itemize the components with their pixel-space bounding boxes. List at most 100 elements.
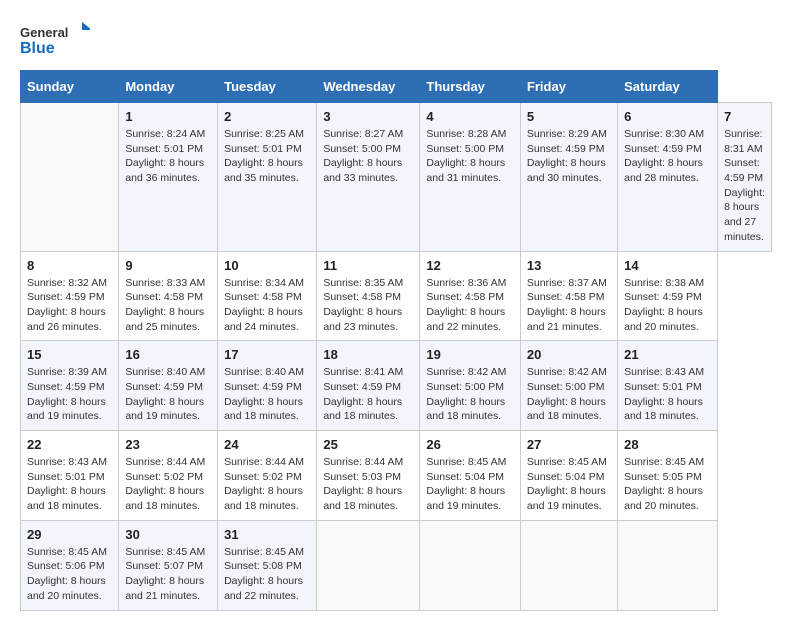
calendar-cell: 24Sunrise: 8:44 AMSunset: 5:02 PMDayligh… — [218, 431, 317, 521]
column-header-sunday: Sunday — [21, 71, 119, 103]
calendar-cell: 23Sunrise: 8:44 AMSunset: 5:02 PMDayligh… — [119, 431, 218, 521]
week-row-1: 1Sunrise: 8:24 AMSunset: 5:01 PMDaylight… — [21, 103, 772, 252]
calendar-cell — [520, 520, 617, 610]
svg-text:Blue: Blue — [20, 40, 55, 57]
day-number: 11 — [323, 258, 413, 273]
day-info: Sunrise: 8:42 AMSunset: 5:00 PMDaylight:… — [426, 365, 514, 424]
day-number: 9 — [125, 258, 211, 273]
day-number: 19 — [426, 347, 514, 362]
calendar-header: SundayMondayTuesdayWednesdayThursdayFrid… — [21, 71, 772, 103]
day-number: 14 — [624, 258, 711, 273]
calendar-cell: 10 Sunrise: 8:34 AMSunset: 4:58 PMDayligh… — [218, 251, 317, 341]
day-info: Sunrise: 8:45 AMSunset: 5:07 PMDaylight:… — [125, 545, 211, 604]
week-row-2: 8 Sunrise: 8:32 AMSunset: 4:59 PMDaylight… — [21, 251, 772, 341]
column-header-friday: Friday — [520, 71, 617, 103]
day-number: 27 — [527, 437, 611, 452]
calendar-cell: 4 Sunrise: 8:28 AMSunset: 5:00 PMDaylight… — [420, 103, 521, 252]
day-number: 10 — [224, 258, 310, 273]
day-info: Sunrise: 8:34 AMSunset: 4:58 PMDaylight:… — [224, 276, 310, 335]
calendar-cell: 11 Sunrise: 8:35 AMSunset: 4:58 PMDayligh… — [317, 251, 420, 341]
logo-svg: General Blue — [20, 20, 90, 60]
day-number: 13 — [527, 258, 611, 273]
column-header-tuesday: Tuesday — [218, 71, 317, 103]
day-info: Sunrise: 8:40 AMSunset: 4:59 PMDaylight:… — [224, 365, 310, 424]
calendar-cell: 1Sunrise: 8:24 AMSunset: 5:01 PMDaylight… — [119, 103, 218, 252]
day-info: Sunrise: 8:33 AMSunset: 4:58 PMDaylight:… — [125, 276, 211, 335]
calendar-cell: 28Sunrise: 8:45 AMSunset: 5:05 PMDayligh… — [618, 431, 718, 521]
calendar-cell — [21, 103, 119, 252]
calendar-body: 1Sunrise: 8:24 AMSunset: 5:01 PMDaylight… — [21, 103, 772, 611]
calendar-cell: 16Sunrise: 8:40 AMSunset: 4:59 PMDayligh… — [119, 341, 218, 431]
day-number: 30 — [125, 527, 211, 542]
day-number: 18 — [323, 347, 413, 362]
calendar-cell: 31Sunrise: 8:45 AMSunset: 5:08 PMDayligh… — [218, 520, 317, 610]
day-info: Sunrise: 8:27 AMSunset: 5:00 PMDaylight:… — [323, 127, 413, 186]
page-header: General Blue — [20, 20, 772, 60]
day-info: Sunrise: 8:32 AMSunset: 4:59 PMDaylight:… — [27, 276, 112, 335]
day-number: 20 — [527, 347, 611, 362]
day-number: 12 — [426, 258, 514, 273]
day-number: 23 — [125, 437, 211, 452]
day-number: 1 — [125, 109, 211, 124]
day-info: Sunrise: 8:45 AMSunset: 5:04 PMDaylight:… — [527, 455, 611, 514]
calendar-table: SundayMondayTuesdayWednesdayThursdayFrid… — [20, 70, 772, 611]
calendar-cell: 25Sunrise: 8:44 AMSunset: 5:03 PMDayligh… — [317, 431, 420, 521]
calendar-cell: 19 Sunrise: 8:42 AMSunset: 5:00 PMDayligh… — [420, 341, 521, 431]
calendar-cell: 14 Sunrise: 8:38 AMSunset: 4:59 PMDayligh… — [618, 251, 718, 341]
day-info: Sunrise: 8:31 AMSunset: 4:59 PMDaylight:… — [724, 127, 765, 245]
day-number: 8 — [27, 258, 112, 273]
column-header-monday: Monday — [119, 71, 218, 103]
day-info: Sunrise: 8:45 AMSunset: 5:08 PMDaylight:… — [224, 545, 310, 604]
calendar-cell — [317, 520, 420, 610]
calendar-cell: 5Sunrise: 8:29 AMSunset: 4:59 PMDaylight… — [520, 103, 617, 252]
day-info: Sunrise: 8:37 AMSunset: 4:58 PMDaylight:… — [527, 276, 611, 335]
calendar-cell: 6Sunrise: 8:30 AMSunset: 4:59 PMDaylight… — [618, 103, 718, 252]
week-row-4: 22 Sunrise: 8:43 AMSunset: 5:01 PMDayligh… — [21, 431, 772, 521]
day-info: Sunrise: 8:39 AMSunset: 4:59 PMDaylight:… — [27, 365, 112, 424]
day-number: 28 — [624, 437, 711, 452]
day-number: 3 — [323, 109, 413, 124]
day-info: Sunrise: 8:38 AMSunset: 4:59 PMDaylight:… — [624, 276, 711, 335]
day-info: Sunrise: 8:43 AMSunset: 5:01 PMDaylight:… — [624, 365, 711, 424]
day-info: Sunrise: 8:25 AMSunset: 5:01 PMDaylight:… — [224, 127, 310, 186]
calendar-cell: 26Sunrise: 8:45 AMSunset: 5:04 PMDayligh… — [420, 431, 521, 521]
column-header-wednesday: Wednesday — [317, 71, 420, 103]
calendar-cell: 9 Sunrise: 8:33 AMSunset: 4:58 PMDaylight… — [119, 251, 218, 341]
day-info: Sunrise: 8:42 AMSunset: 5:00 PMDaylight:… — [527, 365, 611, 424]
day-number: 4 — [426, 109, 514, 124]
calendar-cell: 29Sunrise: 8:45 AMSunset: 5:06 PMDayligh… — [21, 520, 119, 610]
day-number: 6 — [624, 109, 711, 124]
day-info: Sunrise: 8:45 AMSunset: 5:06 PMDaylight:… — [27, 545, 112, 604]
day-number: 15 — [27, 347, 112, 362]
column-header-saturday: Saturday — [618, 71, 718, 103]
day-number: 17 — [224, 347, 310, 362]
week-row-5: 29Sunrise: 8:45 AMSunset: 5:06 PMDayligh… — [21, 520, 772, 610]
day-info: Sunrise: 8:41 AMSunset: 4:59 PMDaylight:… — [323, 365, 413, 424]
calendar-cell: 8 Sunrise: 8:32 AMSunset: 4:59 PMDaylight… — [21, 251, 119, 341]
calendar-cell: 12 Sunrise: 8:36 AMSunset: 4:58 PMDayligh… — [420, 251, 521, 341]
calendar-cell: 18 Sunrise: 8:41 AMSunset: 4:59 PMDayligh… — [317, 341, 420, 431]
day-number: 16 — [125, 347, 211, 362]
svg-text:General: General — [20, 25, 68, 40]
calendar-cell: 17 Sunrise: 8:40 AMSunset: 4:59 PMDayligh… — [218, 341, 317, 431]
day-info: Sunrise: 8:29 AMSunset: 4:59 PMDaylight:… — [527, 127, 611, 186]
day-info: Sunrise: 8:43 AMSunset: 5:01 PMDaylight:… — [27, 455, 112, 514]
column-header-thursday: Thursday — [420, 71, 521, 103]
calendar-cell: 13 Sunrise: 8:37 AMSunset: 4:58 PMDayligh… — [520, 251, 617, 341]
calendar-cell: 27 Sunrise: 8:45 AMSunset: 5:04 PMDayligh… — [520, 431, 617, 521]
day-number: 7 — [724, 109, 765, 124]
calendar-cell — [420, 520, 521, 610]
day-info: Sunrise: 8:44 AMSunset: 5:02 PMDaylight:… — [224, 455, 310, 514]
calendar-cell: 7 Sunrise: 8:31 AMSunset: 4:59 PMDaylight… — [718, 103, 772, 252]
week-row-3: 15 Sunrise: 8:39 AMSunset: 4:59 PMDayligh… — [21, 341, 772, 431]
day-info: Sunrise: 8:36 AMSunset: 4:58 PMDaylight:… — [426, 276, 514, 335]
day-number: 26 — [426, 437, 514, 452]
day-info: Sunrise: 8:44 AMSunset: 5:03 PMDaylight:… — [323, 455, 413, 514]
day-info: Sunrise: 8:35 AMSunset: 4:58 PMDaylight:… — [323, 276, 413, 335]
logo: General Blue — [20, 20, 90, 60]
calendar-cell: 21 Sunrise: 8:43 AMSunset: 5:01 PMDayligh… — [618, 341, 718, 431]
day-info: Sunrise: 8:28 AMSunset: 5:00 PMDaylight:… — [426, 127, 514, 186]
day-number: 22 — [27, 437, 112, 452]
calendar-cell: 15 Sunrise: 8:39 AMSunset: 4:59 PMDayligh… — [21, 341, 119, 431]
day-number: 21 — [624, 347, 711, 362]
